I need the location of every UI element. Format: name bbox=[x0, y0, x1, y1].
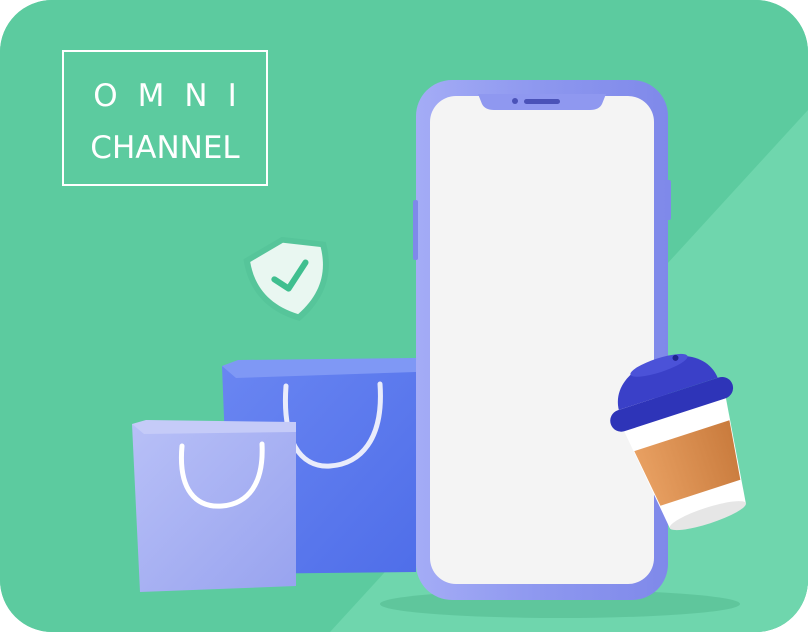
omni-channel-banner: OMNI CHANNEL bbox=[0, 0, 808, 632]
smartphone-icon bbox=[413, 80, 671, 600]
phone-screen bbox=[430, 96, 654, 584]
shield-check-icon bbox=[243, 236, 329, 321]
illustration bbox=[132, 80, 746, 618]
shopping-bag-icon bbox=[132, 420, 296, 592]
